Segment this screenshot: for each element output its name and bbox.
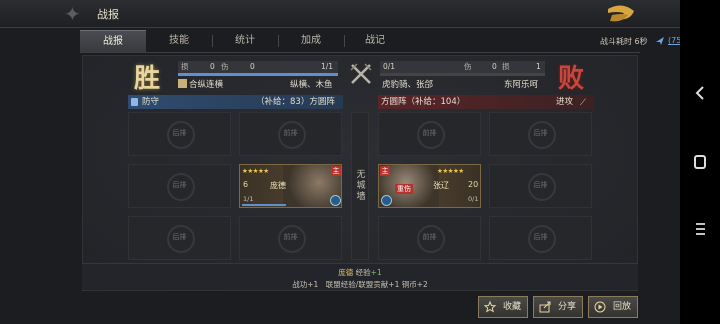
- rewards-line: 战功+1 联盟经验/联盟贡献+1 铜币+2: [292, 280, 428, 289]
- back-icon[interactable]: [695, 86, 705, 100]
- page-title: 战报: [97, 8, 119, 21]
- hero-level: 20: [468, 180, 479, 189]
- loss-value: 1: [536, 62, 541, 71]
- right-formation-bar: 方圆阵（补给：104） 进攻 ⟋: [378, 95, 593, 109]
- slot-front: 前排: [239, 112, 342, 156]
- stance-label: 进攻: [556, 97, 574, 107]
- stance-label: 防守: [142, 97, 160, 107]
- shield-icon: [131, 98, 138, 106]
- injury-badge: 重伤: [395, 184, 413, 194]
- slot-back: 后排: [489, 164, 592, 208]
- battle-summary: 庞德 经验+1 战功+1 联盟经验/联盟贡献+1 铜币+2: [82, 263, 638, 289]
- loss-value: 0: [210, 62, 215, 71]
- formation-label: （补给：83）方圆阵: [256, 97, 335, 107]
- loss-label: 损: [181, 62, 189, 71]
- slot-back: 后排: [128, 216, 231, 260]
- formation-label: 方圆阵（补给：104）: [381, 97, 466, 107]
- hero-troops: 0/1: [468, 195, 479, 203]
- battle-duration: 战斗耗时 6秒: [600, 37, 648, 46]
- play-icon: [594, 301, 606, 313]
- tab-battle-log[interactable]: 战记: [342, 30, 408, 52]
- crossed-swords-icon: [350, 63, 372, 84]
- hurt-value: 0: [492, 62, 497, 71]
- slot-back: 后排: [489, 112, 592, 156]
- slot-back: 后排: [489, 216, 592, 260]
- hero-name: 庞德: [270, 181, 286, 190]
- troop-count: 0/1: [383, 62, 396, 71]
- close-logo-icon[interactable]: [604, 3, 638, 25]
- star-icon: [484, 301, 496, 313]
- right-stat-bar: 0/1 伤 0 损 1: [380, 61, 545, 73]
- emblem-icon: ✦: [64, 2, 81, 26]
- plane-icon: [656, 37, 664, 45]
- hurt-label: 伤: [221, 62, 229, 71]
- slot-back: 后排: [128, 164, 231, 208]
- tab-bar: 战报 技能 统计 加成 战记 战斗耗时 6秒 (755,645): [80, 30, 707, 52]
- hero-name: 张辽: [433, 181, 449, 190]
- replay-button[interactable]: 回放: [588, 296, 638, 318]
- hero-level: 6: [243, 180, 249, 189]
- hero-card-right[interactable]: 主 ★★★★★ 重伤 张辽 20 0/1: [378, 164, 481, 208]
- tab-report[interactable]: 战报: [80, 30, 146, 52]
- share-button[interactable]: 分享: [533, 296, 583, 318]
- favorite-button[interactable]: 收藏: [478, 296, 528, 318]
- defeat-mark: 败: [558, 64, 585, 94]
- hero-troops: 1/1: [243, 195, 254, 203]
- left-stat-bar: 损 0 伤 0 1/1: [178, 61, 338, 73]
- slot-front: 前排: [378, 216, 481, 260]
- right-player-name[interactable]: 东阿乐呵: [504, 78, 538, 90]
- slot-front: 前排: [378, 112, 481, 156]
- home-icon[interactable]: [694, 155, 706, 169]
- main-tag: 主: [331, 166, 341, 176]
- hurt-value: 0: [250, 62, 255, 71]
- left-formation-bar: 防守 （补给：83）方圆阵: [128, 95, 343, 109]
- left-progress-bar: [178, 73, 338, 76]
- right-progress-bar: [380, 73, 545, 76]
- victory-mark: 胜: [134, 64, 161, 94]
- sword-icon: ⟋: [580, 98, 586, 108]
- tab-skills[interactable]: 技能: [146, 30, 212, 52]
- tab-bonus[interactable]: 加成: [278, 30, 344, 52]
- city-wall-column: 无城墙: [351, 112, 369, 260]
- experience-line: 庞德 经验+1: [338, 268, 382, 277]
- loss-label: 损: [502, 62, 510, 71]
- tab-statistics[interactable]: 统计: [212, 30, 278, 52]
- left-player-name[interactable]: 纵横、木鱼: [290, 78, 333, 90]
- left-alliance: 合纵连横: [178, 78, 223, 90]
- recent-apps-icon[interactable]: [693, 222, 707, 236]
- main-tag: 主: [380, 166, 390, 176]
- hurt-label: 伤: [464, 62, 472, 71]
- alliance-flag-icon: [178, 79, 187, 88]
- slot-front: 前排: [239, 216, 342, 260]
- top-bar: ✦ 战报: [0, 0, 720, 28]
- system-nav-bar: [680, 0, 720, 324]
- hero-stars: ★★★★★: [437, 167, 464, 175]
- troop-count: 1/1: [321, 62, 334, 71]
- hero-card-left[interactable]: ★★★★★ 主 6 庞德 1/1: [239, 164, 342, 208]
- cavalry-icon: [330, 195, 341, 206]
- slot-back: 后排: [128, 112, 231, 156]
- hero-health-bar: [242, 204, 286, 206]
- share-icon: [539, 301, 551, 313]
- right-alliance: 虎豹骑、张郃: [382, 80, 434, 90]
- cavalry-icon: [381, 195, 392, 206]
- hero-stars: ★★★★★: [242, 167, 269, 175]
- divider: [80, 52, 640, 53]
